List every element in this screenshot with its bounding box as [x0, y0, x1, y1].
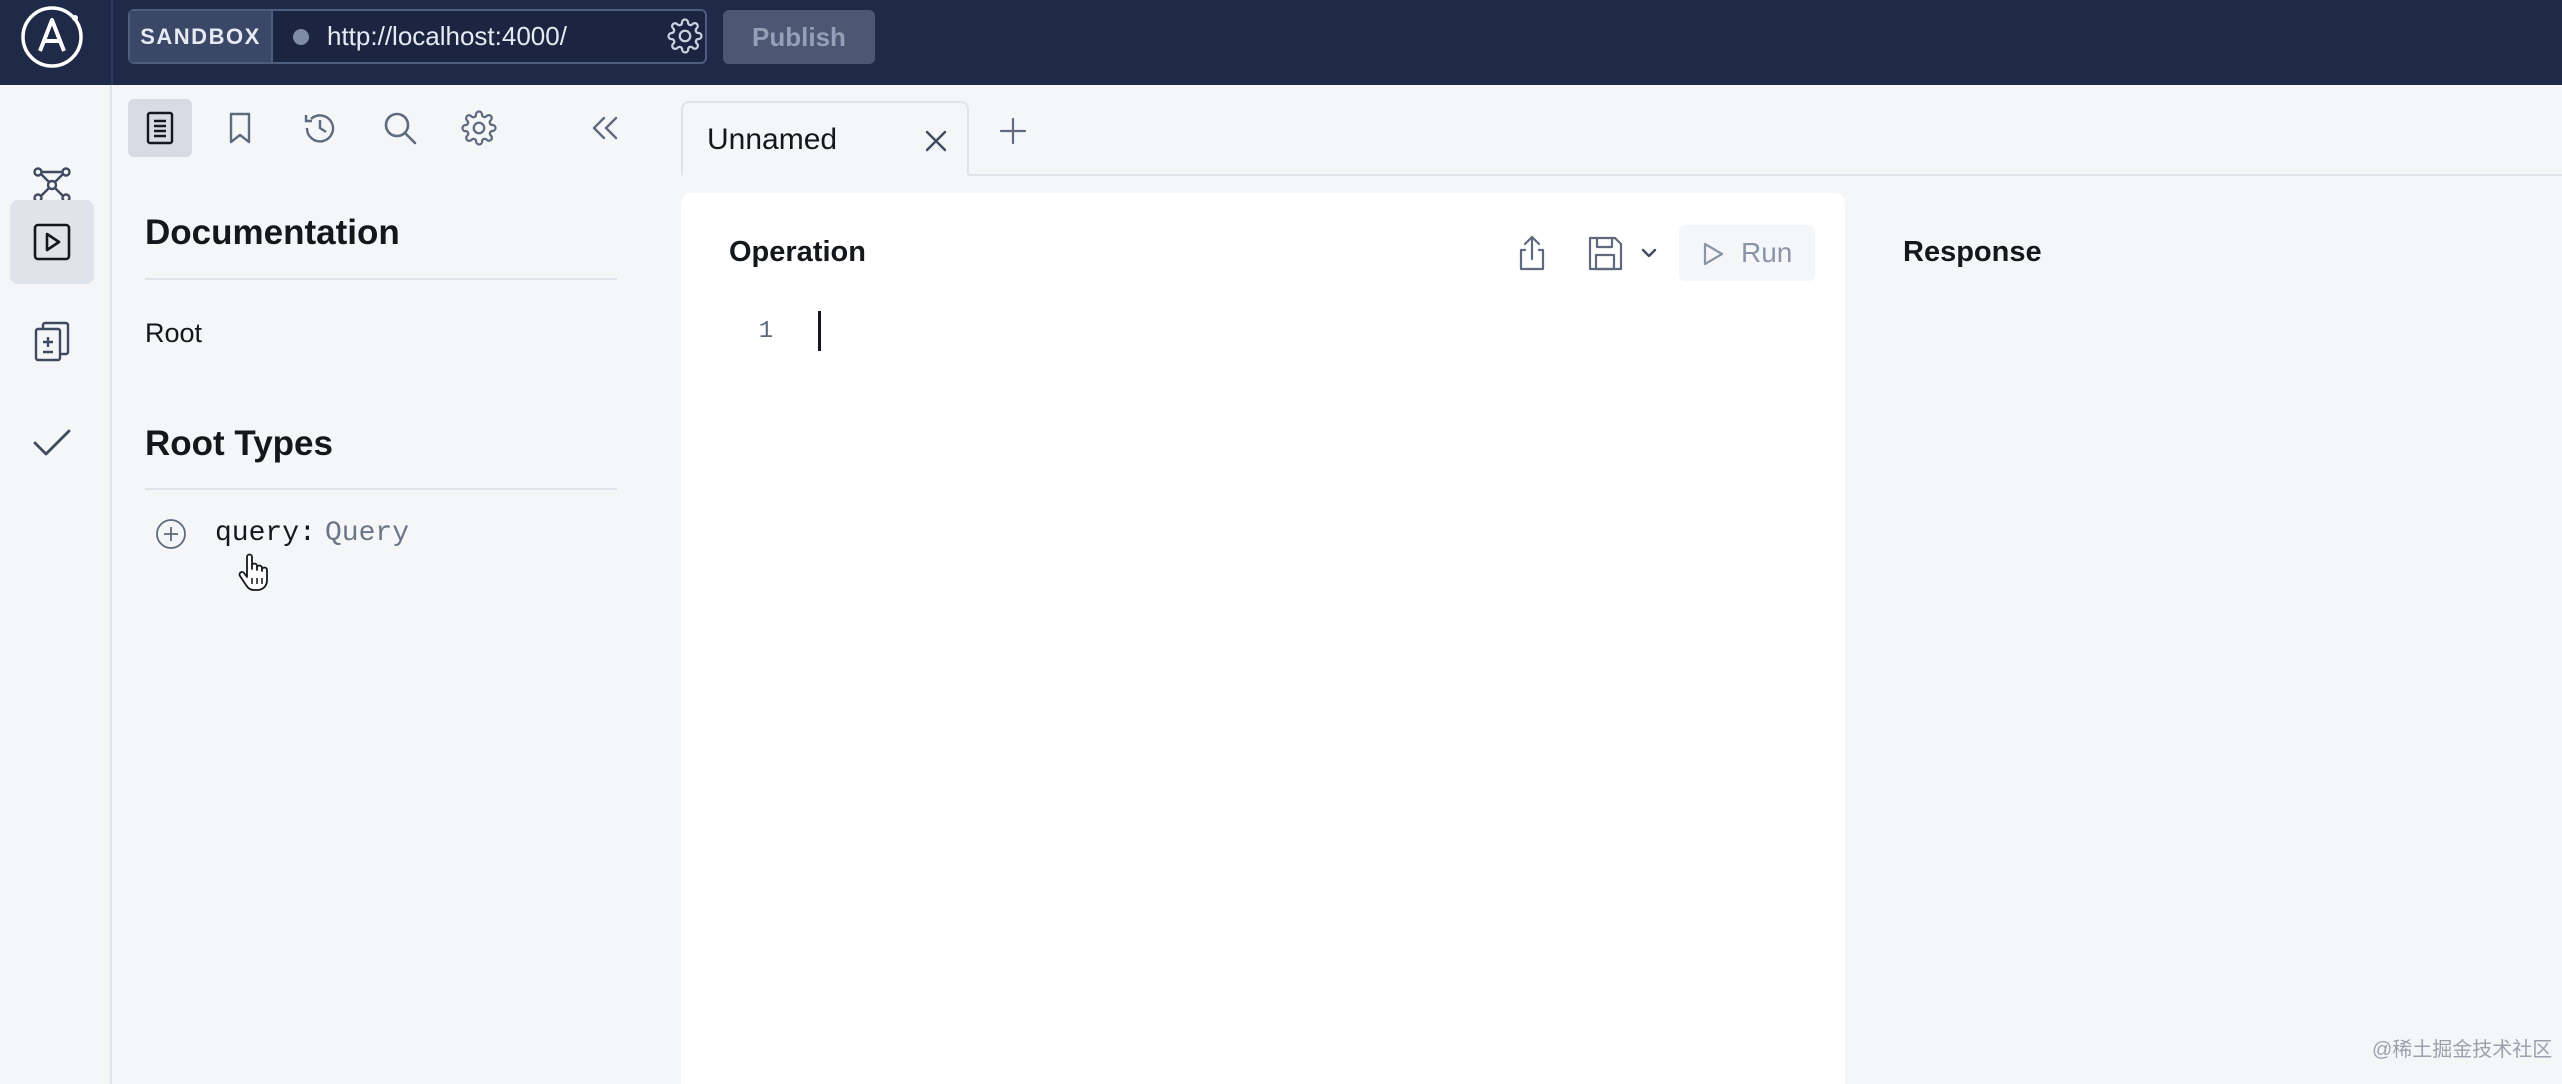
root-types-title: Root Types: [145, 424, 333, 463]
collapse-icon: [590, 115, 620, 141]
editor-caret[interactable]: [818, 311, 821, 351]
search-tab-button[interactable]: [368, 99, 432, 157]
breadcrumb-root[interactable]: Root: [145, 318, 202, 349]
line-number: 1: [758, 318, 774, 345]
search-icon: [382, 110, 418, 146]
rail-item-checks[interactable]: [10, 400, 94, 484]
response-title: Response: [1903, 236, 2042, 268]
rail-item-explorer[interactable]: [10, 200, 94, 284]
gear-icon: [461, 110, 497, 146]
checks-icon: [31, 421, 73, 463]
left-rail: [0, 85, 112, 1084]
history-icon: [302, 110, 338, 146]
bookmark-tab-button[interactable]: [208, 99, 272, 157]
endpoint-url-input[interactable]: [327, 18, 627, 54]
field-type[interactable]: Query: [325, 518, 409, 549]
connection-status-dot: [293, 29, 309, 45]
operation-panel: Operation Run 1: [681, 193, 1845, 1084]
field-name[interactable]: query:: [215, 518, 316, 549]
apollo-logo-icon[interactable]: [19, 4, 85, 70]
pointer-hand-icon: [236, 552, 270, 592]
watermark: @稀土掘金技术社区: [2372, 1039, 2553, 1061]
rail-item-schema-diff[interactable]: [10, 300, 94, 384]
close-icon[interactable]: [923, 128, 949, 154]
collapse-panel-button[interactable]: [573, 99, 637, 157]
divider: [145, 488, 617, 490]
add-tab-icon[interactable]: [995, 113, 1031, 149]
operation-title: Operation: [729, 236, 866, 268]
topbar-divider: [111, 0, 113, 85]
sandbox-label: SANDBOX: [130, 11, 273, 62]
top-bar: SANDBOX Publish: [0, 0, 2562, 85]
bookmark-icon: [226, 111, 254, 145]
documentation-icon: [145, 111, 175, 145]
divider: [145, 278, 617, 280]
documentation-tab-button[interactable]: [128, 99, 192, 157]
documentation-title: Documentation: [145, 213, 400, 252]
share-icon[interactable]: [1514, 233, 1550, 273]
run-button[interactable]: Run: [1679, 225, 1815, 281]
play-icon: [1701, 241, 1725, 267]
history-tab-button[interactable]: [288, 99, 352, 157]
add-field-icon[interactable]: [155, 518, 187, 550]
schema-diff-icon: [32, 320, 72, 364]
tab-label: Unnamed: [707, 123, 838, 156]
publish-button[interactable]: Publish: [723, 10, 875, 64]
gear-icon[interactable]: [667, 18, 703, 54]
field-row-query[interactable]: query: Query: [155, 515, 455, 555]
run-label: Run: [1741, 237, 1793, 268]
tab-unnamed[interactable]: Unnamed: [681, 101, 969, 176]
save-icon[interactable]: [1585, 233, 1625, 273]
explorer-play-icon: [32, 222, 72, 262]
chevron-down-icon[interactable]: [1639, 245, 1659, 261]
settings-tab-button[interactable]: [447, 99, 511, 157]
